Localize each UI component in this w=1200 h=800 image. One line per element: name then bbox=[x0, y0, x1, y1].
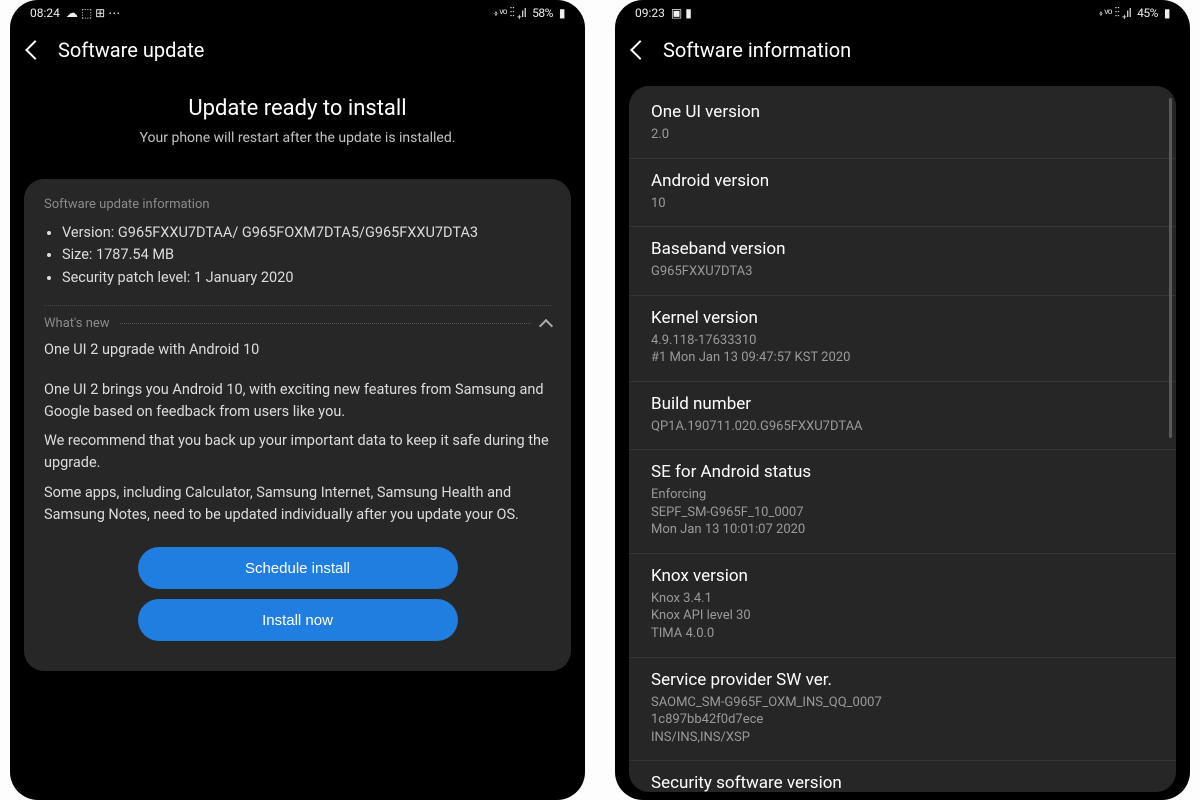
item-title: Baseband version bbox=[651, 239, 1154, 259]
item-value: 2.0 bbox=[651, 126, 1154, 144]
whats-new-para1: One UI 2 brings you Android 10, with exc… bbox=[44, 379, 551, 423]
battery-icon: ▮ bbox=[559, 6, 565, 20]
back-icon[interactable] bbox=[25, 40, 45, 60]
status-icons-right: ⬫ ᵛᵒ ⋮⋮ ₊ıl bbox=[494, 6, 526, 21]
list-item[interactable]: Build number QP1A.190711.020.G965FXXU7DT… bbox=[629, 382, 1176, 451]
page-title: Software update bbox=[58, 38, 204, 62]
status-icons-left: ▣ ▮ bbox=[671, 6, 692, 20]
item-value: QP1A.190711.020.G965FXXU7DTAA bbox=[651, 418, 1154, 436]
item-title: Build number bbox=[651, 394, 1154, 414]
software-info-card: One UI version 2.0 Android version 10 Ba… bbox=[629, 86, 1176, 792]
item-title: Kernel version bbox=[651, 308, 1154, 328]
info-size: Size: 1787.54 MB bbox=[62, 244, 551, 266]
page-header: Software update bbox=[10, 26, 585, 86]
list-item[interactable]: SE for Android status Enforcing SEPF_SM-… bbox=[629, 450, 1176, 554]
item-value: Knox 3.4.1 Knox API level 30 TIMA 4.0.0 bbox=[651, 590, 1154, 643]
item-title: Service provider SW ver. bbox=[651, 670, 1154, 690]
item-title: Android version bbox=[651, 171, 1154, 191]
item-title: Knox version bbox=[651, 566, 1154, 586]
status-icons-right: ⬫ ᵛᵒ ⋮⋮ ₊ıl bbox=[1099, 6, 1131, 21]
status-time: 09:23 bbox=[635, 6, 665, 20]
item-value: Enforcing SEPF_SM-G965F_10_0007 Mon Jan … bbox=[651, 486, 1154, 539]
item-title: SE for Android status bbox=[651, 462, 1154, 482]
status-time: 08:24 bbox=[30, 6, 60, 20]
update-ready-title: Update ready to install bbox=[40, 96, 555, 121]
schedule-install-button[interactable]: Schedule install bbox=[138, 547, 458, 589]
update-ready-subtitle: Your phone will restart after the update… bbox=[40, 129, 555, 149]
list-item[interactable]: Security software version bbox=[629, 761, 1176, 792]
info-version: Version: G965FXXU7DTAA/ G965FOXM7DTA5/G9… bbox=[62, 222, 551, 244]
item-title: Security software version bbox=[651, 773, 1154, 792]
phone-software-info: 09:23 ▣ ▮ ⬫ ᵛᵒ ⋮⋮ ₊ıl 45% ▮ Software inf… bbox=[615, 0, 1190, 800]
list-item[interactable]: Baseband version G965FXXU7DTA3 bbox=[629, 227, 1176, 296]
whats-new-headline: One UI 2 upgrade with Android 10 bbox=[44, 339, 551, 361]
dotted-divider bbox=[120, 323, 531, 324]
info-security-patch: Security patch level: 1 January 2020 bbox=[62, 267, 551, 289]
item-value: 4.9.118-17633310 #1 Mon Jan 13 09:47:57 … bbox=[651, 332, 1154, 367]
item-value: 10 bbox=[651, 195, 1154, 213]
list-item[interactable]: One UI version 2.0 bbox=[629, 90, 1176, 159]
list-item[interactable]: Knox version Knox 3.4.1 Knox API level 3… bbox=[629, 554, 1176, 658]
status-battery: 58% bbox=[532, 6, 553, 20]
update-info-heading: Software update information bbox=[44, 197, 551, 212]
list-item[interactable]: Service provider SW ver. SAOMC_SM-G965F_… bbox=[629, 658, 1176, 762]
item-title: One UI version bbox=[651, 102, 1154, 122]
whats-new-para2: We recommend that you back up your impor… bbox=[44, 430, 551, 474]
whats-new-toggle[interactable]: What's new bbox=[44, 305, 551, 331]
install-buttons: Schedule install Install now bbox=[84, 547, 511, 641]
scrollbar[interactable] bbox=[1169, 98, 1172, 438]
update-info-list: Version: G965FXXU7DTAA/ G965FOXM7DTA5/G9… bbox=[44, 222, 551, 289]
statusbar: 08:24 ☁ ⬚ ⊞ ⋯ ⬫ ᵛᵒ ⋮⋮ ₊ıl 58% ▮ bbox=[10, 0, 585, 26]
update-hero: Update ready to install Your phone will … bbox=[10, 86, 585, 179]
chevron-up-icon bbox=[539, 318, 553, 332]
back-icon[interactable] bbox=[630, 40, 650, 60]
battery-icon: ▮ bbox=[1164, 6, 1170, 20]
install-now-button[interactable]: Install now bbox=[138, 599, 458, 641]
phone-software-update: 08:24 ☁ ⬚ ⊞ ⋯ ⬫ ᵛᵒ ⋮⋮ ₊ıl 58% ▮ Software… bbox=[10, 0, 585, 800]
update-info-card: Software update information Version: G96… bbox=[24, 179, 571, 672]
whats-new-label: What's new bbox=[44, 316, 110, 331]
item-value: SAOMC_SM-G965F_OXM_INS_QQ_0007 1c897bb42… bbox=[651, 694, 1154, 747]
page-header: Software information bbox=[615, 26, 1190, 86]
whats-new-para3: Some apps, including Calculator, Samsung… bbox=[44, 482, 551, 526]
list-item[interactable]: Kernel version 4.9.118-17633310 #1 Mon J… bbox=[629, 296, 1176, 382]
page-title: Software information bbox=[663, 38, 851, 62]
status-icons-left: ☁ ⬚ ⊞ ⋯ bbox=[66, 6, 120, 20]
list-item[interactable]: Android version 10 bbox=[629, 159, 1176, 228]
statusbar: 09:23 ▣ ▮ ⬫ ᵛᵒ ⋮⋮ ₊ıl 45% ▮ bbox=[615, 0, 1190, 26]
item-value: G965FXXU7DTA3 bbox=[651, 263, 1154, 281]
status-battery: 45% bbox=[1137, 6, 1158, 20]
